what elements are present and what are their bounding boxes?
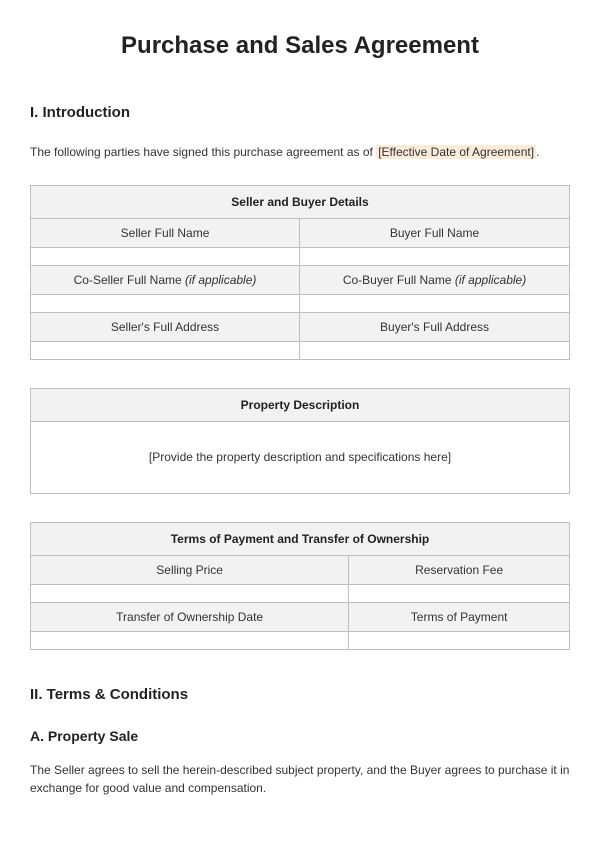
property-description-table: Property Description [Provide the proper…	[30, 388, 570, 494]
buyer-name-label: Buyer Full Name	[300, 218, 570, 247]
seller-buyer-table: Seller and Buyer Details Seller Full Nam…	[30, 185, 570, 360]
transfer-date-label: Transfer of Ownership Date	[31, 602, 349, 631]
coseller-name-field[interactable]	[31, 294, 300, 312]
reservation-fee-label: Reservation Fee	[349, 555, 570, 584]
table3-header: Terms of Payment and Transfer of Ownersh…	[31, 522, 570, 555]
subsection-a-heading: A. Property Sale	[30, 726, 570, 747]
cobuyer-suffix: (if applicable)	[455, 273, 526, 287]
buyer-address-label: Buyer's Full Address	[300, 312, 570, 341]
document-title: Purchase and Sales Agreement	[30, 28, 570, 64]
seller-address-label: Seller's Full Address	[31, 312, 300, 341]
property-description-field[interactable]: [Provide the property description and sp…	[31, 421, 570, 493]
buyer-address-field[interactable]	[300, 341, 570, 359]
cobuyer-name-field[interactable]	[300, 294, 570, 312]
section-1-heading: I. Introduction	[30, 102, 570, 125]
effective-date-placeholder: [Effective Date of Agreement]	[376, 145, 536, 159]
buyer-name-field[interactable]	[300, 247, 570, 265]
selling-price-label: Selling Price	[31, 555, 349, 584]
coseller-prefix: Co-Seller Full Name	[74, 273, 185, 287]
intro-paragraph: The following parties have signed this p…	[30, 143, 570, 161]
payment-terms-label: Terms of Payment	[349, 602, 570, 631]
transfer-date-field[interactable]	[31, 631, 349, 649]
payment-terms-field[interactable]	[349, 631, 570, 649]
coseller-name-label: Co-Seller Full Name (if applicable)	[31, 265, 300, 294]
cobuyer-name-label: Co-Buyer Full Name (if applicable)	[300, 265, 570, 294]
reservation-fee-field[interactable]	[349, 584, 570, 602]
intro-suffix: .	[536, 145, 539, 159]
table1-header: Seller and Buyer Details	[31, 185, 570, 218]
coseller-suffix: (if applicable)	[185, 273, 256, 287]
cobuyer-prefix: Co-Buyer Full Name	[343, 273, 455, 287]
property-sale-paragraph: The Seller agrees to sell the herein-des…	[30, 761, 570, 797]
seller-address-field[interactable]	[31, 341, 300, 359]
seller-name-label: Seller Full Name	[31, 218, 300, 247]
table2-header: Property Description	[31, 388, 570, 421]
selling-price-field[interactable]	[31, 584, 349, 602]
seller-name-field[interactable]	[31, 247, 300, 265]
intro-prefix: The following parties have signed this p…	[30, 145, 376, 159]
section-2-heading: II. Terms & Conditions	[30, 684, 570, 707]
payment-terms-table: Terms of Payment and Transfer of Ownersh…	[30, 522, 570, 650]
